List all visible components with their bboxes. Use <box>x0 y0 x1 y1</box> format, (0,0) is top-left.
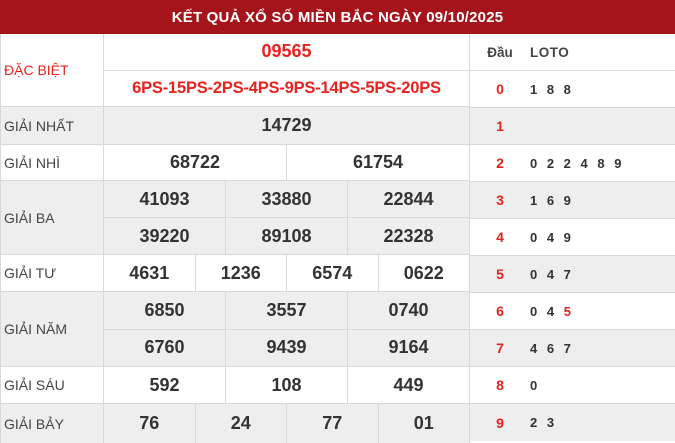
loto-tails: 0 2 2 4 8 9 <box>530 155 625 171</box>
prize-number: 61754 <box>286 145 469 180</box>
loto-head-digit: 2 <box>496 155 504 171</box>
loto-tails: 0 4 5 <box>530 304 675 319</box>
special-codes: 6PS-15PS-2PS-4PS-9PS-14PS-5PS-20PS <box>132 78 441 97</box>
loto-row: 8 0 <box>470 367 675 404</box>
loto-tails: 0 4 7 <box>530 266 574 282</box>
prize-number: 24 <box>194 404 287 443</box>
loto-tails: 4 6 7 <box>530 340 574 356</box>
loto-head-digit: 6 <box>496 303 504 319</box>
loto-head-digit: 1 <box>496 118 504 134</box>
prize-number: 76 <box>139 413 160 433</box>
prize-label-sixth: GIẢI SÁU <box>1 367 104 403</box>
prize-number: 6574 <box>286 255 378 291</box>
prize-label-third: GIẢI BA <box>1 181 104 254</box>
loto-row: 2 0 2 2 4 8 9 <box>470 145 675 182</box>
loto-row: 1 <box>470 108 675 145</box>
loto-row: 9 2 3 <box>470 404 675 441</box>
loto-head-label: Đầu <box>487 44 513 60</box>
prize-number: 108 <box>225 367 347 403</box>
prize-label-special: ĐẶC BIỆT <box>1 34 104 106</box>
prize-number: 39220 <box>139 225 190 246</box>
prize-number: 1236 <box>194 255 287 291</box>
prize-row-fourth: GIẢI TƯ 4631 1236 6574 0622 <box>1 255 469 292</box>
prize-label-seventh: GIẢI BẢY <box>1 404 104 443</box>
prize-label-fifth: GIẢI NĂM <box>1 292 104 366</box>
loto-tails-normal: 0 4 <box>530 303 558 319</box>
prize-label-first: GIẢI NHẤT <box>1 107 104 144</box>
prize-number: 592 <box>149 374 180 395</box>
special-number: 09565 <box>261 41 312 62</box>
prize-row-first: GIẢI NHẤT 14729 <box>1 107 469 145</box>
prize-number: 9439 <box>225 329 347 366</box>
loto-head-digit: 5 <box>496 266 504 282</box>
prize-row-fifth: GIẢI NĂM 6850 3557 0740 6760 9439 9164 <box>1 292 469 367</box>
prize-number: 41093 <box>139 188 190 209</box>
prize-number: 4631 <box>129 262 170 283</box>
loto-tails: 1 6 9 <box>530 192 574 208</box>
loto-head-digit: 3 <box>496 192 504 208</box>
prize-number: 01 <box>377 404 470 443</box>
loto-tail-label: LOTO <box>530 44 570 60</box>
prize-number: 14729 <box>261 115 312 135</box>
prize-number: 22328 <box>347 218 469 254</box>
prize-row-third: GIẢI BA 41093 33880 22844 39220 89108 22… <box>1 181 469 255</box>
prize-number: 22844 <box>347 181 469 217</box>
prize-number: 33880 <box>225 181 347 217</box>
loto-row: 0 1 8 8 <box>470 71 675 108</box>
loto-row: 6 0 4 5 <box>470 293 675 330</box>
loto-row: 7 4 6 7 <box>470 330 675 367</box>
loto-tails: 1 8 8 <box>530 81 574 97</box>
prize-label-fourth: GIẢI TƯ <box>1 255 104 291</box>
prize-number: 89108 <box>225 218 347 254</box>
loto-head-digit: 0 <box>496 81 504 97</box>
prize-label-second: GIẢI NHÌ <box>1 145 104 180</box>
prize-row-seventh: GIẢI BẢY 76 24 77 01 <box>1 404 469 443</box>
results-table: ĐẶC BIỆT 09565 6PS-15PS-2PS-4PS-9PS-14PS… <box>0 34 469 443</box>
prize-number: 9164 <box>347 329 469 366</box>
loto-header: Đầu LOTO <box>470 34 675 71</box>
prize-number: 0740 <box>347 292 469 329</box>
loto-tails: 0 <box>530 377 541 393</box>
prize-number: 0622 <box>377 255 470 291</box>
loto-head-digit: 9 <box>496 414 504 431</box>
loto-row: 5 0 4 7 <box>470 256 675 293</box>
page-title: KẾT QUẢ XỔ SỐ MIỀN BẮC NGÀY 09/10/2025 <box>0 0 675 34</box>
loto-row: 3 1 6 9 <box>470 182 675 219</box>
loto-tails: 2 3 <box>530 415 558 430</box>
prize-number: 6850 <box>144 299 185 320</box>
prize-row-special: ĐẶC BIỆT 09565 6PS-15PS-2PS-4PS-9PS-14PS… <box>1 34 469 107</box>
prize-row-second: GIẢI NHÌ 68722 61754 <box>1 145 469 181</box>
loto-head-digit: 7 <box>496 340 504 356</box>
prize-row-sixth: GIẢI SÁU 592 108 449 <box>1 367 469 404</box>
loto-tails-highlight: 5 <box>557 303 574 319</box>
loto-head-digit: 4 <box>496 229 504 245</box>
prize-number: 6760 <box>144 337 185 358</box>
loto-head-digit: 8 <box>496 377 504 393</box>
loto-table: Đầu LOTO 0 1 8 8 1 2 0 2 2 4 8 9 3 1 6 9… <box>469 34 675 443</box>
prize-number: 449 <box>347 367 469 403</box>
loto-row: 4 0 4 9 <box>470 219 675 256</box>
prize-number: 77 <box>286 404 378 443</box>
loto-tails: 0 4 9 <box>530 229 574 245</box>
prize-number: 68722 <box>169 152 221 172</box>
prize-number: 3557 <box>225 292 347 329</box>
